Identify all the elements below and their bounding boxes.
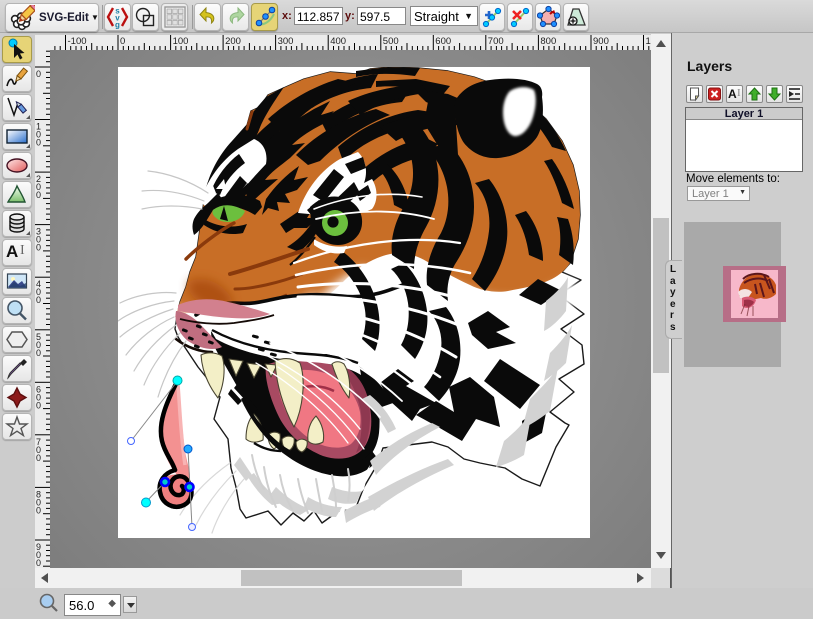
svg-text:400: 400	[330, 36, 346, 47]
svg-text:0: 0	[36, 295, 41, 305]
svg-text:0: 0	[36, 243, 41, 253]
svg-text:0: 0	[36, 190, 41, 200]
svg-text:300: 300	[278, 36, 294, 47]
svg-text:g: g	[115, 21, 120, 30]
svg-text:0: 0	[36, 69, 41, 79]
svg-text:0: 0	[36, 400, 41, 410]
svg-text:900: 900	[593, 36, 609, 47]
svg-text:200: 200	[225, 36, 241, 47]
svg-text:100: 100	[173, 36, 189, 47]
svg-text:0: 0	[36, 138, 41, 148]
svg-text:0: 0	[36, 505, 41, 515]
svg-text:600: 600	[435, 36, 451, 47]
svg-text:800: 800	[540, 36, 556, 47]
svg-text:-100: -100	[68, 36, 87, 47]
svg-text:0: 0	[36, 348, 41, 358]
svg-text:0: 0	[120, 36, 125, 47]
svg-text:500: 500	[383, 36, 399, 47]
svg-text:0: 0	[36, 558, 41, 568]
svg-text:0: 0	[36, 453, 41, 463]
svg-text:700: 700	[488, 36, 504, 47]
